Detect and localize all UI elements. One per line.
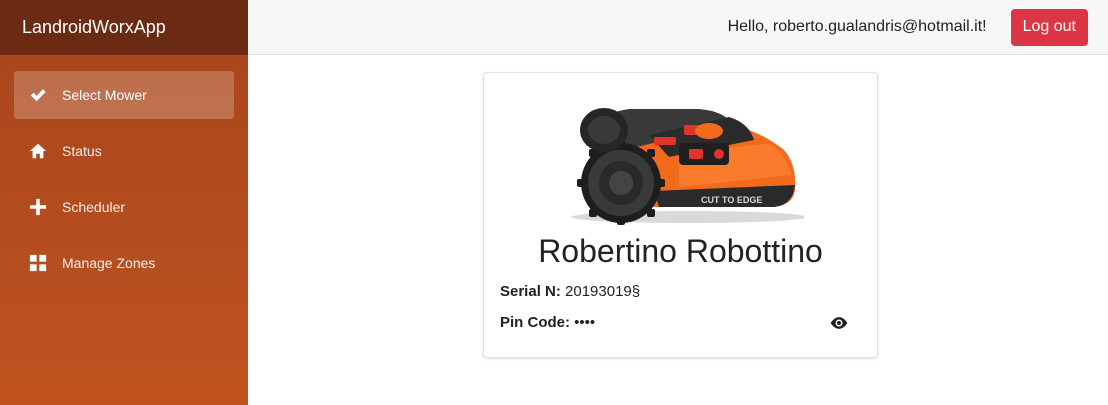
pin-label: Pin Code: [500,314,570,331]
sidebar-item-label: Select Mower [62,87,147,103]
sidebar-nav: Select Mower Status Scheduler Manage Zon… [0,55,248,287]
user-greeting: Hello, roberto.gualandris@hotmail.it! [727,18,987,35]
top-bar: Hello, roberto.gualandris@hotmail.it! Lo… [248,0,1108,55]
pin-value: •••• [574,314,596,331]
sidebar-item-select-mower[interactable]: Select Mower [14,71,234,119]
serial-redaction [640,283,753,302]
app-title: LandroidWorxApp [0,0,248,55]
serial-row: Serial N: 20193019§ [500,283,753,302]
mower-name: Robertino Robottino [538,233,823,269]
sidebar-item-status[interactable]: Status [14,127,234,175]
eye-icon[interactable] [829,314,849,332]
logout-button[interactable]: Log out [1010,8,1088,46]
home-icon [28,141,48,161]
mower-card[interactable]: CUT TO EDGE Robertino Robottino Serial N… [483,72,878,358]
plus-icon [28,197,48,217]
grid-icon [28,253,48,273]
pin-row: Pin Code: •••• [500,314,595,331]
mower-image: CUT TO EDGE [571,108,804,225]
sidebar: LandroidWorxApp Select Mower Status Sche… [0,0,248,405]
sidebar-item-label: Status [62,143,102,159]
mower-brand-text: CUT TO EDGE [701,195,762,205]
check-icon [28,85,48,105]
serial-value: 20193019§ [565,283,641,300]
sidebar-item-manage-zones[interactable]: Manage Zones [14,239,234,287]
serial-label: Serial N: [500,283,561,300]
sidebar-item-label: Manage Zones [62,255,156,271]
sidebar-item-label: Scheduler [62,199,126,215]
sidebar-item-scheduler[interactable]: Scheduler [14,183,234,231]
